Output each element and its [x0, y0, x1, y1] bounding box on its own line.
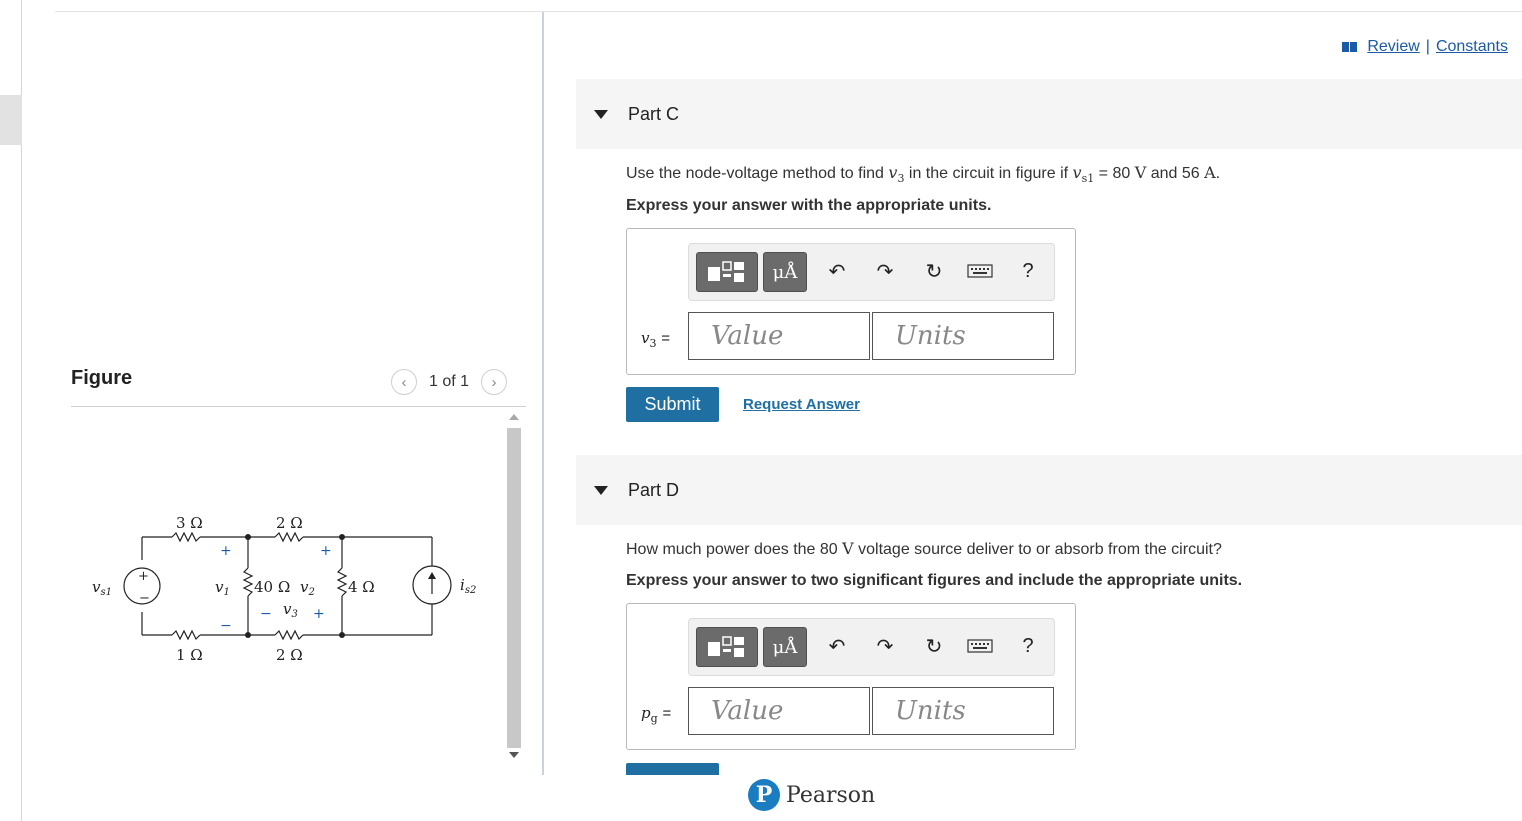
link-separator: |: [1425, 38, 1430, 55]
chevron-left-icon: ‹: [401, 373, 407, 391]
constants-link[interactable]: Constants: [1436, 38, 1508, 56]
units-button[interactable]: μÅ: [763, 627, 807, 667]
part-d-instruction: Express your answer to two significant f…: [626, 572, 1243, 589]
part-c-label: Part C: [628, 103, 680, 124]
page: Figure ‹ 1 of 1 › + − 3 Ω 2 Ω 40 Ω 4 Ω 1…: [0, 0, 1522, 821]
rail-tab[interactable]: [0, 95, 22, 145]
svg-text:is2: is2: [460, 576, 476, 596]
label-r2: 2 Ω: [276, 514, 303, 532]
pearson-wordmark: Pearson: [786, 782, 876, 808]
part-d-toolbar: μÅ ↶ ↷ ↻ ?: [688, 618, 1055, 676]
templates-icon: [708, 636, 744, 657]
redo-icon[interactable]: ↷: [872, 633, 898, 659]
svg-text:v1: v1: [215, 578, 230, 598]
label-v1-sub: 1: [223, 587, 229, 598]
part-d-question: How much power does the 80 V voltage sou…: [626, 539, 1222, 558]
help-button[interactable]: ?: [1015, 633, 1041, 659]
templates-button[interactable]: [696, 252, 758, 292]
part-c-units-input[interactable]: Units: [872, 312, 1054, 360]
review-link[interactable]: Review: [1367, 38, 1419, 56]
units-button[interactable]: μÅ: [763, 252, 807, 292]
book-icon: [1342, 42, 1358, 52]
svg-text:−: −: [139, 591, 150, 606]
next-figure-button[interactable]: ›: [481, 369, 508, 395]
svg-text:vs1: vs1: [92, 578, 112, 598]
svg-text:v2: v2: [300, 578, 315, 598]
part-d-var-label: pg =: [641, 704, 672, 725]
part-d-answer-box: μÅ ↶ ↷ ↻ ? pg = Value Units: [626, 603, 1076, 750]
undo-icon[interactable]: ↶: [824, 633, 850, 659]
chevron-right-icon: ›: [491, 373, 497, 391]
part-c-question: Use the node-voltage method to find v3 i…: [626, 163, 1221, 186]
figure-rule: [71, 406, 526, 407]
scroll-up-icon[interactable]: [509, 414, 519, 420]
part-c-submit-button[interactable]: Submit: [626, 387, 719, 422]
help-button[interactable]: ?: [1015, 258, 1041, 284]
part-d-label: Part D: [628, 479, 680, 500]
part-c-toolbar: μÅ ↶ ↷ ↻ ?: [688, 243, 1055, 301]
label-r1: 3 Ω: [176, 514, 203, 532]
prev-figure-button[interactable]: ‹: [391, 369, 417, 395]
part-d-units-input[interactable]: Units: [872, 687, 1054, 735]
svg-text:+: +: [138, 569, 149, 584]
figure-pager: ‹ 1 of 1 ›: [391, 369, 508, 395]
label-r4: 4 Ω: [348, 578, 375, 596]
viewport-cutoff: [548, 775, 1522, 821]
header-links: Review | Constants: [1342, 38, 1508, 56]
label-r5: 1 Ω: [176, 646, 203, 664]
caret-down-icon: [594, 109, 608, 119]
label-vs1-sub: s1: [100, 587, 112, 598]
undo-icon[interactable]: ↶: [824, 258, 850, 284]
label-is2-sub: s2: [465, 585, 477, 596]
reset-icon[interactable]: ↻: [921, 258, 947, 284]
part-c-answer-box: μÅ ↶ ↷ ↻ ? v3 = Value Units: [626, 228, 1076, 375]
label-r3: 40 Ω: [254, 578, 290, 596]
circuit-diagram: + − 3 Ω 2 Ω 40 Ω 4 Ω 1 Ω 2 Ω + − + + − v…: [92, 514, 476, 664]
figure-title: Figure: [71, 367, 133, 389]
label-v3-sub: 3: [291, 609, 297, 620]
svg-text:−: −: [260, 606, 272, 622]
pearson-p-icon: P: [748, 779, 780, 811]
part-c-request-answer-link[interactable]: Request Answer: [743, 396, 860, 413]
keyboard-icon[interactable]: [967, 633, 993, 659]
part-d-header[interactable]: Part D: [576, 455, 1522, 525]
svg-text:+: +: [220, 543, 232, 559]
part-c-var-label: v3 =: [641, 329, 671, 350]
part-d-value-input[interactable]: Value: [688, 687, 870, 735]
left-rail: [0, 0, 22, 821]
pane-divider[interactable]: [542, 12, 544, 775]
figure-count: 1 of 1: [429, 373, 470, 390]
part-c-instruction: Express your answer with the appropriate…: [626, 197, 992, 214]
scroll-down-icon[interactable]: [509, 752, 519, 758]
keyboard-icon[interactable]: [967, 258, 993, 284]
label-r6: 2 Ω: [276, 646, 303, 664]
reset-icon[interactable]: ↻: [921, 633, 947, 659]
figure-scrollbar[interactable]: [505, 410, 522, 765]
svg-text:+: +: [320, 543, 332, 559]
scroll-thumb[interactable]: [507, 428, 521, 748]
templates-icon: [708, 261, 744, 282]
svg-text:+: +: [313, 606, 325, 622]
caret-down-icon: [594, 485, 608, 495]
top-divider: [55, 11, 1522, 12]
svg-text:−: −: [220, 618, 232, 634]
pearson-logo: P Pearson: [748, 779, 875, 811]
templates-button[interactable]: [696, 627, 758, 667]
part-c-header[interactable]: Part C: [576, 79, 1522, 149]
svg-text:v3: v3: [283, 600, 298, 620]
label-v2-sub: 2: [307, 587, 314, 598]
part-c-value-input[interactable]: Value: [688, 312, 870, 360]
redo-icon[interactable]: ↷: [872, 258, 898, 284]
